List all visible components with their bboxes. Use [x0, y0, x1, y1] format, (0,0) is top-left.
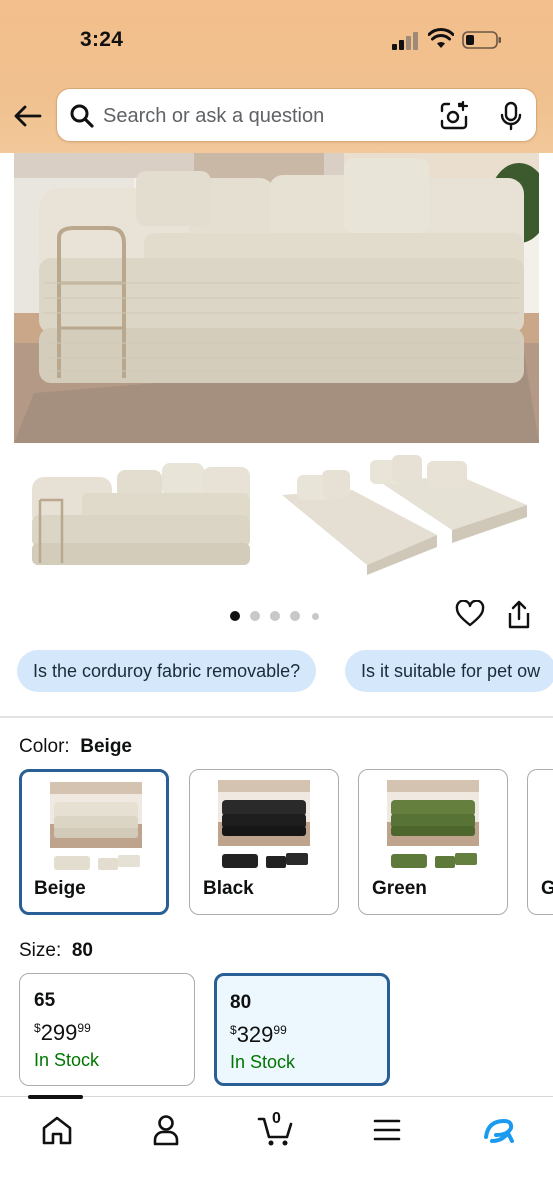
- size-option-price: $32999: [230, 1022, 287, 1048]
- pagination-dot[interactable]: [312, 613, 319, 620]
- app-header: 3:24: [0, 0, 553, 153]
- stock-status: In Stock: [230, 1052, 296, 1072]
- pagination-dot[interactable]: [290, 611, 300, 621]
- thumbnail-sofa-front[interactable]: [22, 455, 262, 575]
- active-tab-indicator: [28, 1095, 83, 1099]
- color-option-label: Black: [203, 878, 254, 899]
- size-option-label: 65: [34, 990, 56, 1011]
- currency-symbol: $: [34, 1021, 41, 1035]
- stock-status: In Stock: [34, 1050, 100, 1070]
- price-whole: 329: [236, 1022, 274, 1047]
- color-option-beige[interactable]: Beige: [19, 769, 169, 915]
- pagination-dot[interactable]: [250, 611, 260, 621]
- status-time: 3:24: [80, 28, 124, 51]
- thumbnail-image-2: [282, 455, 527, 575]
- color-option-label: Beige: [34, 878, 86, 899]
- search-bar[interactable]: [56, 88, 537, 142]
- cart-count: 0: [272, 1110, 281, 1127]
- green-sofa-thumbnails: [391, 853, 477, 868]
- color-option-label: Green: [372, 878, 427, 899]
- color-selected-value: Beige: [80, 736, 132, 757]
- size-option-80[interactable]: 80 $32999 In Stock: [214, 973, 390, 1086]
- price-cents: 99: [273, 1023, 287, 1037]
- black-sofa-image: [218, 780, 310, 846]
- cellular-signal-icon: [392, 32, 422, 50]
- share-icon[interactable]: [506, 600, 532, 630]
- beige-sofa-image: [50, 782, 142, 848]
- pagination-dot[interactable]: [270, 611, 280, 621]
- price-cents: 99: [77, 1021, 91, 1035]
- size-selected-value: 80: [71, 940, 93, 961]
- search-input[interactable]: [103, 99, 423, 133]
- color-option-black[interactable]: Black: [189, 769, 339, 915]
- size-heading: Size: 80: [19, 940, 93, 962]
- suggested-questions: Is the corduroy fabric removable? Is it …: [0, 650, 553, 694]
- cart-button[interactable]: 0: [256, 1110, 296, 1147]
- color-option-green[interactable]: Green: [358, 769, 508, 915]
- color-option-label: G: [541, 878, 553, 900]
- question-chip[interactable]: Is the corduroy fabric removable?: [17, 650, 317, 692]
- color-heading: Color: Beige: [19, 736, 132, 758]
- sofa-photo: [14, 153, 539, 443]
- color-option-partial[interactable]: G: [527, 769, 553, 915]
- camera-lens-icon[interactable]: [439, 101, 469, 131]
- beige-sofa-thumbnails: [54, 855, 140, 870]
- search-icon: [70, 104, 94, 128]
- size-option-65[interactable]: 65 $29999 In Stock: [19, 973, 195, 1086]
- question-chip[interactable]: Is it suitable for pet ow: [345, 650, 553, 692]
- rufus-icon[interactable]: [478, 1113, 518, 1147]
- pagination-dot[interactable]: [230, 611, 240, 621]
- battery-icon: [462, 31, 501, 49]
- price-whole: 299: [40, 1020, 78, 1045]
- size-heading-label: Size:: [19, 940, 62, 961]
- product-main-image[interactable]: [14, 153, 539, 443]
- account-icon[interactable]: [146, 1113, 186, 1147]
- bottom-navigation: 0: [0, 1095, 553, 1200]
- size-option-price: $29999: [34, 1020, 91, 1046]
- menu-icon[interactable]: [367, 1113, 407, 1147]
- color-heading-label: Color:: [19, 736, 70, 757]
- black-sofa-thumbnails: [222, 853, 308, 868]
- thumbnail-image-1: [32, 463, 250, 565]
- thumbnail-sofa-unfolded[interactable]: [272, 455, 534, 575]
- home-icon[interactable]: [37, 1113, 77, 1147]
- green-sofa-image: [387, 780, 479, 846]
- image-pagination-dots[interactable]: [230, 610, 330, 622]
- size-option-label: 80: [230, 992, 252, 1013]
- heart-icon[interactable]: [455, 600, 485, 628]
- wifi-icon: [428, 28, 454, 48]
- section-divider: [0, 716, 553, 718]
- microphone-icon[interactable]: [497, 101, 525, 131]
- currency-symbol: $: [230, 1023, 237, 1037]
- back-arrow-icon[interactable]: [12, 101, 44, 131]
